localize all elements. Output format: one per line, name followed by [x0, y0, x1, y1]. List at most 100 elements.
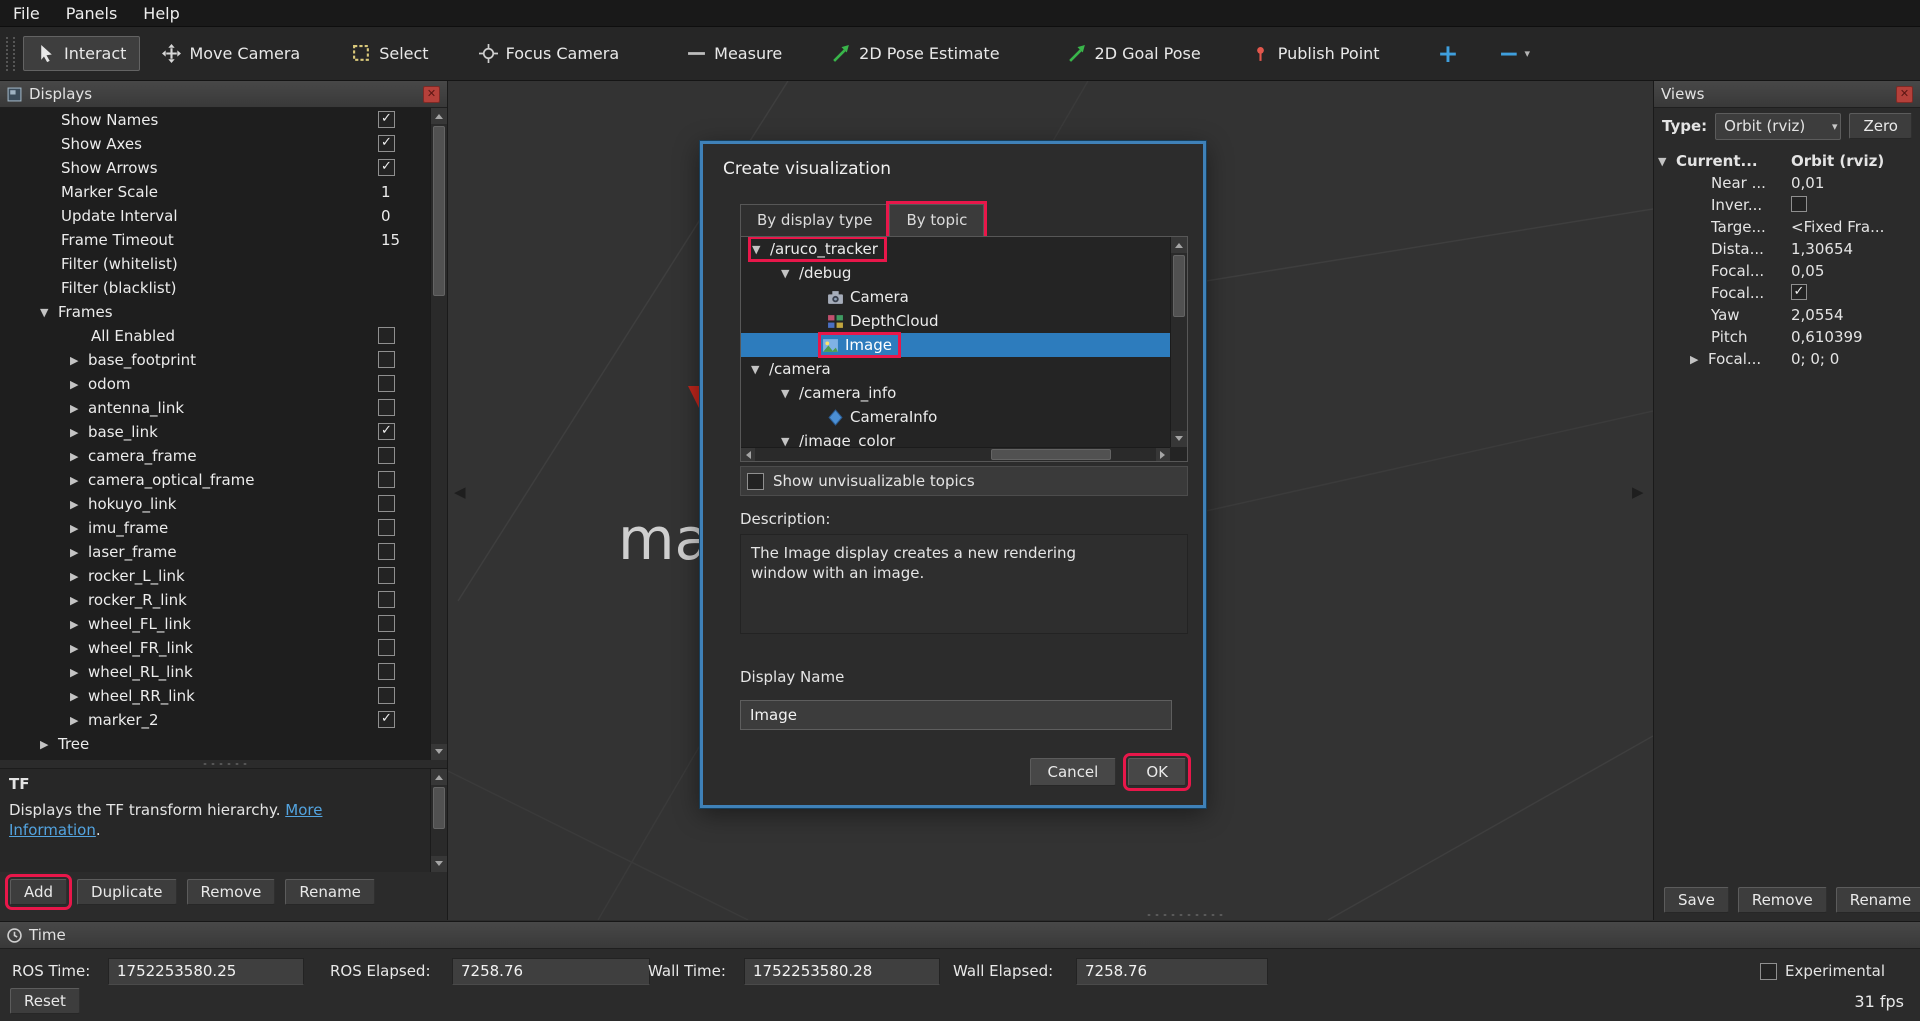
reset-button[interactable]: Reset: [10, 988, 80, 1014]
scroll-thumb[interactable]: [433, 126, 445, 296]
tool-2d-goal-pose[interactable]: 2D Goal Pose: [1054, 36, 1215, 71]
expander-icon[interactable]: ▶: [70, 474, 88, 487]
checkbox[interactable]: [378, 639, 395, 656]
ros-elapsed-value[interactable]: 7258.76: [452, 958, 650, 985]
expander-icon[interactable]: ▶: [70, 618, 88, 631]
topic-row-camera-info-ns[interactable]: ▼/camera_info: [741, 381, 1187, 405]
scroll-up-icon[interactable]: [431, 108, 447, 124]
checkbox[interactable]: [378, 399, 395, 416]
topic-tree-scrollbar[interactable]: [1170, 237, 1187, 447]
row-filter-whitelist[interactable]: Filter (whitelist): [0, 252, 447, 276]
checkbox[interactable]: [378, 567, 395, 584]
tool-move-camera[interactable]: Move Camera: [148, 36, 314, 71]
scroll-left-icon[interactable]: [741, 448, 755, 461]
expander-icon[interactable]: ▶: [70, 714, 88, 727]
topic-row-debug[interactable]: ▼/debug: [741, 261, 1187, 285]
checkbox[interactable]: [378, 543, 395, 560]
rename-button[interactable]: Rename: [1836, 887, 1920, 913]
row-hokuyo-link[interactable]: ▶hokuyo_link: [0, 492, 447, 516]
row-rocker-l-link[interactable]: ▶rocker_L_link: [0, 564, 447, 588]
row-wheel-fr-link[interactable]: ▶wheel_FR_link: [0, 636, 447, 660]
add-button[interactable]: Add: [10, 879, 67, 905]
row-value[interactable]: 0,610399: [1791, 328, 1863, 346]
checkbox[interactable]: [378, 495, 395, 512]
checkbox[interactable]: [378, 447, 395, 464]
expander-icon[interactable]: ▶: [70, 402, 88, 415]
remove-tool-button[interactable]: − ▾: [1489, 39, 1540, 68]
expander-icon[interactable]: ▶: [70, 354, 88, 367]
checkbox[interactable]: [378, 471, 395, 488]
view-row-focal-shape-size[interactable]: Focal...0,05: [1654, 260, 1920, 282]
expander-icon[interactable]: ▶: [70, 642, 88, 655]
view-row-target[interactable]: Targe...<Fixed Fra...: [1654, 216, 1920, 238]
row-base-link[interactable]: ▶base_link✓: [0, 420, 447, 444]
row-show-arrows[interactable]: Show Arrows✓: [0, 156, 447, 180]
experimental-checkbox[interactable]: [1760, 963, 1777, 980]
row-wheel-rr-link[interactable]: ▶wheel_RR_link: [0, 684, 447, 708]
menu-file[interactable]: File: [0, 0, 53, 27]
checkbox[interactable]: [378, 375, 395, 392]
toolbar-grip[interactable]: [6, 37, 15, 71]
row-value[interactable]: 2,0554: [1791, 306, 1844, 324]
row-value[interactable]: 0,01: [1791, 174, 1824, 192]
scroll-down-icon[interactable]: [1171, 431, 1187, 447]
expander-icon[interactable]: ▼: [781, 387, 799, 400]
topic-row-aruco-tracker[interactable]: ▼/aruco_tracker: [741, 237, 1187, 261]
tool-publish-point[interactable]: Publish Point: [1237, 36, 1394, 71]
expander-icon[interactable]: ▼: [40, 306, 58, 319]
checkbox[interactable]: [378, 327, 395, 344]
view-row-distance[interactable]: Dista...1,30654: [1654, 238, 1920, 260]
row-rocker-r-link[interactable]: ▶rocker_R_link: [0, 588, 447, 612]
row-show-axes[interactable]: Show Axes✓: [0, 132, 447, 156]
tool-select[interactable]: Select: [338, 36, 442, 71]
row-filter-blacklist[interactable]: Filter (blacklist): [0, 276, 447, 300]
displays-panel-header[interactable]: Displays ✕: [0, 81, 447, 108]
ok-button[interactable]: OK: [1128, 758, 1186, 786]
scroll-down-icon[interactable]: [431, 744, 447, 760]
expander-icon[interactable]: ▼: [751, 363, 769, 376]
close-icon[interactable]: ✕: [423, 86, 440, 103]
expander-icon[interactable]: ▶: [70, 666, 88, 679]
tab-by-display-type[interactable]: By display type: [740, 204, 889, 236]
row-value[interactable]: 1,30654: [1791, 240, 1853, 258]
wall-time-value[interactable]: 1752253580.28: [744, 958, 940, 985]
row-value[interactable]: <Fixed Fra...: [1791, 218, 1884, 236]
collapse-left-icon[interactable]: ◀: [454, 483, 466, 501]
remove-button[interactable]: Remove: [187, 879, 276, 905]
view-row-invert[interactable]: Inver...: [1654, 194, 1920, 216]
menu-panels[interactable]: Panels: [53, 0, 131, 27]
row-odom[interactable]: ▶odom: [0, 372, 447, 396]
expander-icon[interactable]: ▶: [70, 690, 88, 703]
views-panel-header[interactable]: Views ✕: [1654, 81, 1920, 108]
row-show-names[interactable]: Show Names✓: [0, 108, 447, 132]
view-row-focal-shape-fixed[interactable]: Focal...✓: [1654, 282, 1920, 304]
row-wheel-rl-link[interactable]: ▶wheel_RL_link: [0, 660, 447, 684]
expander-icon[interactable]: ▼: [752, 243, 770, 256]
row-laser-frame[interactable]: ▶laser_frame: [0, 540, 447, 564]
topic-tree-hscrollbar[interactable]: [741, 447, 1170, 461]
cancel-button[interactable]: Cancel: [1030, 758, 1117, 786]
checkbox[interactable]: [378, 663, 395, 680]
view-row-focal-point[interactable]: ▶Focal...0; 0; 0: [1654, 348, 1920, 370]
checkbox[interactable]: [378, 351, 395, 368]
panel-splitter[interactable]: [1140, 911, 1230, 919]
tf-scrollbar[interactable]: [430, 769, 447, 872]
expander-icon[interactable]: ▶: [70, 594, 88, 607]
row-value[interactable]: 0,05: [1791, 262, 1824, 280]
view-row-pitch[interactable]: Pitch0,610399: [1654, 326, 1920, 348]
checkbox[interactable]: [1791, 196, 1807, 212]
ros-time-value[interactable]: 1752253580.25: [108, 958, 304, 985]
checkbox[interactable]: [378, 519, 395, 536]
wall-elapsed-value[interactable]: 7258.76: [1076, 958, 1268, 985]
row-all-enabled[interactable]: All Enabled: [0, 324, 447, 348]
save-button[interactable]: Save: [1664, 887, 1729, 913]
view-type-dropdown[interactable]: Orbit (rviz)▾: [1715, 113, 1841, 140]
checkbox[interactable]: [378, 615, 395, 632]
expander-icon[interactable]: ▶: [70, 570, 88, 583]
row-wheel-fl-link[interactable]: ▶wheel_FL_link: [0, 612, 447, 636]
expander-icon[interactable]: ▶: [40, 738, 58, 751]
tool-measure[interactable]: Measure: [673, 36, 796, 71]
expander-icon[interactable]: ▶: [70, 450, 88, 463]
expander-icon[interactable]: ▼: [781, 435, 799, 448]
scroll-right-icon[interactable]: [1156, 448, 1170, 461]
